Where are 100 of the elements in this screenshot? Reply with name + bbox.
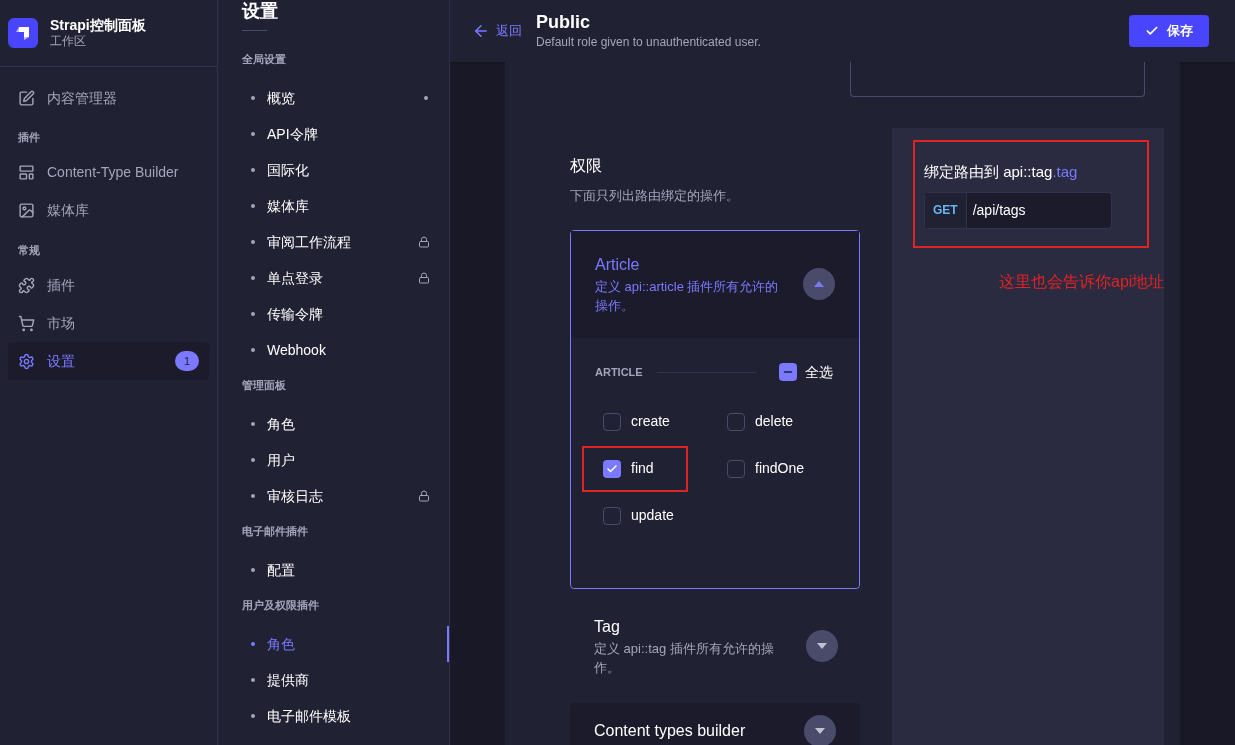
- nav-item[interactable]: Content-Type Builder: [8, 153, 209, 192]
- settings-nav-label: 媒体库: [267, 196, 310, 216]
- group-description: 定义 api::article 插件所有允许的操作。: [595, 278, 780, 315]
- checkbox[interactable]: [603, 459, 621, 478]
- bullet-icon: [251, 714, 255, 718]
- settings-nav-label: 配置: [267, 560, 296, 580]
- settings-nav-label: 角色: [267, 414, 296, 434]
- pen-square-icon: [18, 89, 35, 107]
- permission-action[interactable]: findOne: [706, 445, 812, 492]
- checkbox[interactable]: [603, 412, 621, 431]
- nav-label: Content-Type Builder: [47, 163, 180, 182]
- nav-label: 插件: [47, 275, 76, 295]
- brand-subtitle: 工作区: [50, 34, 87, 50]
- permission-action[interactable]: delete: [706, 398, 812, 445]
- save-button[interactable]: 保存: [1129, 15, 1209, 47]
- settings-nav-item[interactable]: 媒体库: [242, 188, 449, 224]
- settings-nav-item[interactable]: 审核日志: [242, 478, 449, 514]
- permission-group-row[interactable]: Content types builder: [570, 702, 860, 745]
- nav-item[interactable]: 设置 1: [8, 342, 209, 380]
- nav-label: 市场: [47, 313, 76, 333]
- cart-icon: [18, 314, 35, 332]
- settings-nav-label: 角色: [267, 634, 296, 654]
- settings-nav-label: API令牌: [267, 124, 319, 144]
- caret-down-icon: [817, 642, 827, 649]
- bullet-icon: [251, 642, 255, 646]
- settings-nav-item[interactable]: Webhook: [242, 332, 449, 368]
- bullet-icon: [251, 494, 255, 498]
- bullet-icon: [251, 204, 255, 208]
- check-icon: [1145, 24, 1159, 38]
- bullet-icon: [251, 678, 255, 682]
- settings-nav-label: Webhook: [267, 340, 327, 360]
- checkbox[interactable]: [603, 506, 621, 525]
- page-title: Public: [536, 10, 591, 34]
- bullet-icon: [251, 240, 255, 244]
- nav-item[interactable]: 市场: [8, 304, 209, 342]
- settings-section-label: 用户及权限插件: [242, 598, 320, 613]
- permission-action[interactable]: update: [582, 492, 688, 539]
- permission-action[interactable]: create: [582, 398, 688, 445]
- checkbox[interactable]: [727, 459, 745, 478]
- permissions-title: 权限: [570, 156, 603, 176]
- layout-icon: [18, 164, 35, 181]
- settings-nav-item[interactable]: 审阅工作流程: [242, 224, 449, 260]
- image-icon: [18, 202, 35, 219]
- bullet-icon: [251, 312, 255, 316]
- settings-nav-label: 国际化: [267, 160, 310, 180]
- action-label: find: [631, 459, 654, 478]
- settings-nav-item[interactable]: 单点登录: [242, 260, 449, 296]
- nav-badge: 1: [175, 351, 199, 371]
- expand-button[interactable]: [804, 714, 836, 745]
- nav-item[interactable]: 插件: [8, 266, 209, 304]
- bullet-icon: [251, 568, 255, 572]
- text-area-field[interactable]: [850, 62, 1145, 97]
- settings-section-label: 全局设置: [242, 52, 287, 67]
- action-label: update: [631, 506, 674, 525]
- expand-button[interactable]: [806, 629, 838, 662]
- bullet-icon: [251, 96, 255, 100]
- settings-nav-label: 电子邮件模板: [267, 706, 352, 726]
- settings-nav-item[interactable]: 配置: [242, 552, 449, 588]
- settings-icon: [18, 352, 35, 370]
- settings-nav-label: 审阅工作流程: [267, 232, 352, 252]
- settings-title: 设置: [242, 0, 278, 22]
- nav-label: 媒体库: [47, 201, 90, 220]
- action-label: delete: [755, 412, 794, 431]
- bullet-icon: [251, 458, 255, 462]
- settings-nav-item[interactable]: API令牌: [242, 116, 449, 152]
- settings-nav-item[interactable]: 角色: [242, 406, 449, 442]
- bullet-icon: [251, 132, 255, 136]
- settings-nav-item[interactable]: 国际化: [242, 152, 449, 188]
- settings-nav-label: 概览: [267, 88, 296, 108]
- action-label: findOne: [755, 459, 805, 478]
- annotation-text: 这里也会告诉你api地址: [999, 272, 1165, 292]
- bullet-icon: [251, 422, 255, 426]
- settings-nav-item[interactable]: 电子邮件模板: [242, 698, 449, 734]
- route-path: /api/tags: [971, 200, 1027, 220]
- nav-section-label: 常规: [17, 242, 41, 258]
- settings-nav-item[interactable]: 概览: [242, 80, 449, 116]
- expand-button[interactable]: [803, 268, 835, 300]
- settings-nav-label: 单点登录: [267, 268, 324, 288]
- nav-label: 设置: [47, 351, 76, 371]
- puzzle-icon: [18, 276, 35, 294]
- permission-group-row[interactable]: Tag 定义 api::tag 插件所有允许的操作。: [570, 602, 860, 689]
- settings-nav-label: 用户: [267, 450, 296, 470]
- settings-nav-item[interactable]: 提供商: [242, 662, 449, 698]
- checkbox[interactable]: [727, 412, 745, 431]
- group-title: Article: [595, 255, 641, 275]
- settings-nav-item[interactable]: 传输令牌: [242, 296, 449, 332]
- bullet-icon: [251, 168, 255, 172]
- nav-item[interactable]: 内容管理器: [8, 79, 209, 117]
- bullet-icon: [251, 276, 255, 280]
- logo-icon: [8, 18, 38, 48]
- settings-nav-item[interactable]: 角色: [242, 626, 449, 662]
- route-title: 绑定路由到 api::tag.tag: [924, 162, 1079, 182]
- settings-nav-item[interactable]: 用户: [242, 442, 449, 478]
- back-link[interactable]: 返回: [472, 21, 522, 41]
- select-all-checkbox[interactable]: [779, 363, 797, 381]
- settings-nav-label: 提供商: [267, 670, 310, 690]
- permission-action[interactable]: find: [582, 445, 688, 492]
- nav-item[interactable]: 媒体库: [8, 191, 209, 230]
- caret-down-icon: [815, 727, 825, 734]
- bullet-icon: [251, 348, 255, 352]
